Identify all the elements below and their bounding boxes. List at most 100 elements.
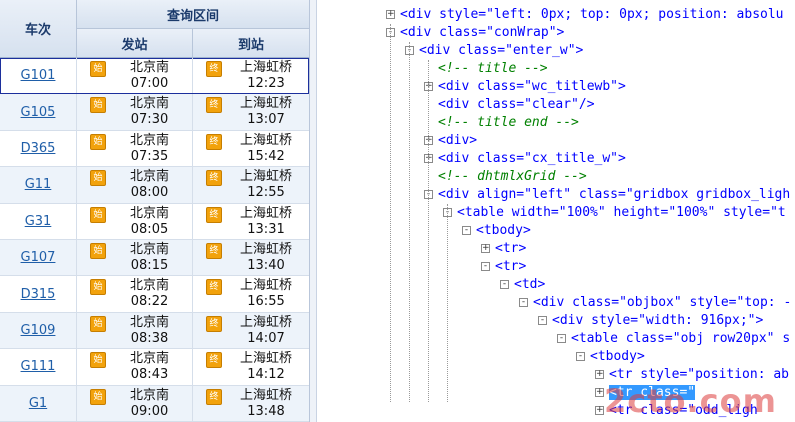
dom-tree-node[interactable]: <!-- title end -->: [438, 114, 579, 132]
train-number-link[interactable]: G1: [29, 396, 47, 411]
start-station-icon: 始: [90, 133, 106, 150]
expand-icon[interactable]: +: [595, 406, 604, 415]
dom-tree-node[interactable]: <div>: [438, 132, 477, 150]
table-row[interactable]: G111 始 北京南 08:43 终 上海虹桥 14:12: [0, 349, 309, 386]
train-number-link[interactable]: G109: [21, 323, 56, 338]
dom-node-text: <tbody>: [476, 223, 531, 238]
dom-node-text: <table width="100%" height="100%" style=…: [457, 205, 786, 220]
dom-tree-node[interactable]: <div class="objbox" style="top: -: [533, 294, 791, 312]
arrival-station: 上海虹桥: [239, 132, 292, 148]
table-row[interactable]: D365 始 北京南 07:35 终 上海虹桥 15:42: [0, 130, 309, 168]
dom-tree-node[interactable]: <div class="clear"/>: [438, 96, 595, 114]
watermark-logo: 2cto.com: [604, 382, 777, 420]
train-number-cell[interactable]: G1: [0, 385, 77, 421]
dom-tree-node[interactable]: <!-- dhtmlxGrid -->: [438, 168, 587, 186]
collapse-icon[interactable]: -: [462, 226, 471, 235]
departure-cell: 始 北京南 09:00: [77, 385, 193, 421]
dom-tree-node[interactable]: <td>: [514, 276, 545, 294]
train-number-cell[interactable]: G111: [0, 349, 77, 385]
dom-tree-node[interactable]: <div class="conWrap">: [400, 24, 564, 42]
dom-tree-node[interactable]: <div class="wc_titlewb">: [438, 78, 626, 96]
dom-node-text: <div class="objbox" style="top: -: [533, 295, 792, 310]
departure-cell: 始 北京南 07:35: [77, 130, 193, 167]
expand-icon[interactable]: +: [481, 244, 490, 253]
end-station-icon: 终: [206, 97, 222, 114]
dom-tree-node[interactable]: <!-- title -->: [438, 60, 548, 78]
table-row[interactable]: G105 始 北京南 07:30 终 上海虹桥 13:07: [0, 94, 309, 131]
dom-tree-node[interactable]: <table width="100%" height="100%" style=…: [457, 204, 786, 222]
collapse-icon[interactable]: -: [481, 262, 490, 271]
table-row[interactable]: G107 始 北京南 08:15 终 上海虹桥 13:40: [0, 239, 309, 277]
expand-icon[interactable]: +: [595, 388, 604, 397]
table-row[interactable]: G31 始 北京南 08:05 终 上海虹桥 13:31: [0, 203, 309, 240]
dom-tree-node[interactable]: <div align="left" class="gridbox gridbox…: [438, 186, 790, 204]
dom-node-text: <div style="width: 916px;">: [552, 313, 764, 328]
table-row[interactable]: G11 始 北京南 08:00 终 上海虹桥 12:55: [0, 167, 309, 204]
train-number-cell[interactable]: G109: [0, 312, 77, 349]
train-number-cell[interactable]: G105: [0, 94, 77, 130]
dom-tree-node[interactable]: <div style="width: 916px;">: [552, 312, 763, 330]
header-arrival-station[interactable]: 到站: [193, 29, 309, 58]
dom-tree-node[interactable]: <tr>: [495, 240, 526, 258]
arrival-cell: 终 上海虹桥 14:07: [193, 313, 309, 348]
dom-tree-node[interactable]: <div class="cx_title_w">: [438, 150, 626, 168]
arrival-station: 上海虹桥: [239, 205, 292, 221]
train-number-link[interactable]: G31: [25, 214, 52, 229]
train-number-cell[interactable]: G101: [0, 58, 77, 94]
train-rows: G101 始北京南 07:00 终上海虹桥 12:23 G105 始北京南 07:30 终上海虹…: [0, 58, 309, 422]
dom-tree-node[interactable]: <table class="obj row20px" s: [571, 330, 790, 348]
dom-tree-node[interactable]: <div class="enter_w">: [419, 42, 583, 60]
train-number-cell[interactable]: G31: [0, 203, 77, 239]
table-row[interactable]: G101 始 北京南 07:00 终 上海虹桥 12:23: [0, 58, 309, 95]
arrival-time: 14:12: [247, 367, 285, 383]
start-station-icon: 始: [90, 279, 106, 296]
collapse-icon[interactable]: -: [576, 352, 585, 361]
dom-tree-node[interactable]: <tbody>: [476, 222, 531, 240]
train-number-link[interactable]: G101: [21, 68, 56, 83]
collapse-icon[interactable]: -: [519, 298, 528, 307]
pane-splitter[interactable]: [309, 0, 317, 422]
train-number-cell[interactable]: D315: [0, 276, 77, 312]
start-station-icon: 始: [90, 97, 106, 114]
train-number-link[interactable]: D315: [21, 287, 56, 302]
table-row[interactable]: G109 始 北京南 08:38 终 上海虹桥 14:07: [0, 312, 309, 350]
header-departure-station[interactable]: 发站: [77, 29, 193, 58]
departure-station: 北京南: [129, 241, 169, 257]
departure-cell: 始 北京南 07:00: [77, 58, 193, 94]
end-station-icon: 终: [206, 279, 222, 296]
start-station-icon: 始: [90, 242, 106, 259]
dom-node-text: <tr>: [495, 259, 527, 274]
departure-time: 08:00: [130, 185, 169, 201]
departure-station: 北京南: [129, 278, 169, 294]
tree-guide-line: [428, 60, 429, 402]
collapse-icon[interactable]: -: [538, 316, 547, 325]
table-row[interactable]: G1 始 北京南 09:00 终 上海虹桥 13:48: [0, 385, 309, 422]
dom-tree-node[interactable]: <div style="left: 0px; top: 0px; positio…: [400, 6, 784, 24]
train-number-link[interactable]: G11: [25, 177, 52, 192]
train-number-link[interactable]: D365: [21, 141, 56, 156]
collapse-icon[interactable]: -: [557, 334, 566, 343]
train-number-cell[interactable]: G107: [0, 239, 77, 276]
start-station-icon: 始: [90, 352, 106, 369]
arrival-time: 14:07: [247, 330, 285, 346]
departure-time: 08:43: [130, 367, 169, 383]
collapse-icon[interactable]: -: [500, 280, 509, 289]
end-station-icon: 终: [206, 133, 222, 150]
train-number-link[interactable]: G107: [21, 250, 56, 265]
expand-icon[interactable]: +: [595, 370, 604, 379]
train-number-cell[interactable]: G11: [0, 167, 77, 203]
header-train-number[interactable]: 车次: [0, 0, 77, 58]
dom-tree-node[interactable]: <tr>: [495, 258, 526, 276]
end-station-icon: 终: [206, 242, 222, 259]
arrival-cell: 终 上海虹桥 13:07: [193, 94, 309, 129]
departure-station: 北京南: [129, 387, 169, 403]
train-number-link[interactable]: G111: [21, 359, 56, 374]
arrival-time: 13:31: [247, 221, 285, 237]
train-number-link[interactable]: G105: [21, 105, 56, 120]
expand-icon[interactable]: +: [386, 10, 395, 19]
departure-cell: 始 北京南 08:22: [77, 276, 193, 312]
train-number-cell[interactable]: D365: [0, 130, 77, 167]
dom-tree-node[interactable]: <tbody>: [590, 348, 645, 366]
arrival-station: 上海虹桥: [239, 351, 292, 367]
table-row[interactable]: D315 始 北京南 08:22 终 上海虹桥 16:55: [0, 276, 309, 313]
